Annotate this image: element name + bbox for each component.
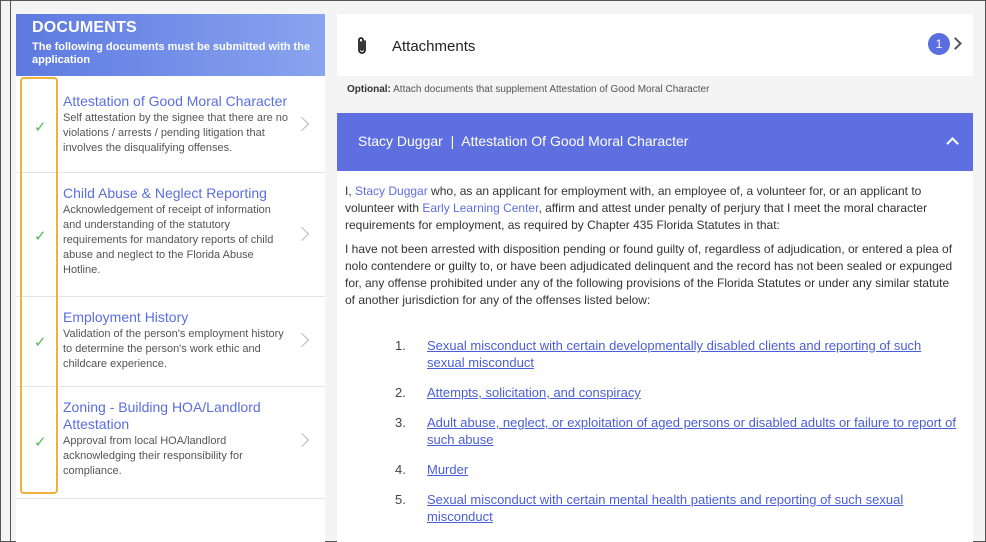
optional-note: Optional: Attach documents that suppleme…: [347, 84, 709, 95]
chevron-right-icon: [294, 226, 310, 242]
documents-heading: DOCUMENTS: [32, 19, 137, 36]
attestation-paragraph-2: I have not been arrested with dispositio…: [345, 242, 953, 307]
chevron-right-icon: [294, 116, 310, 132]
chevron-right-icon[interactable]: [949, 37, 962, 50]
offense-link[interactable]: Sexual misconduct with certain mental he…: [427, 492, 903, 524]
list-item: 1. Sexual misconduct with certain develop…: [395, 338, 922, 370]
attachments-bar[interactable]: Attachments 1: [337, 14, 973, 76]
attestation-text: I, Stacy Duggar who, as an applicant for…: [337, 171, 973, 525]
attestation-paragraph-1: I, Stacy Duggar who, as an applicant for…: [345, 184, 928, 232]
chevron-right-icon: [294, 432, 310, 448]
document-title: Attestation of Good Moral Character: [63, 93, 288, 109]
chevron-up-icon[interactable]: [946, 137, 959, 150]
optional-text: Attach documents that supplement Attesta…: [390, 84, 710, 95]
document-item-child-abuse-reporting[interactable]: ✓ Child Abuse & Neglect Reporting Acknow…: [16, 173, 325, 297]
offense-link[interactable]: Attempts, solicitation, and conspiracy: [427, 385, 641, 400]
attestation-card-title: Stacy Duggar | Attestation Of Good Moral…: [358, 133, 689, 149]
document-item-zoning-attestation[interactable]: ✓ Zoning - Building HOA/Landlord Attesta…: [16, 387, 325, 499]
document-description: Validation of the person's employment hi…: [63, 328, 284, 370]
attachments-title: Attachments: [392, 38, 476, 55]
document-description: Acknowledgement of receipt of informatio…: [63, 204, 274, 276]
document-item-employment-history[interactable]: ✓ Employment History Validation of the p…: [16, 297, 325, 387]
document-description: Approval from local HOA/landlord acknowl…: [63, 435, 243, 477]
list-item: 4. Murder: [395, 462, 469, 477]
list-item: 3. Adult abuse, neglect, or exploitation …: [395, 415, 956, 447]
document-description: Self attestation by the signee that ther…: [63, 112, 289, 154]
offense-list: 1. Sexual misconduct with certain develop…: [345, 337, 959, 525]
document-title: Zoning - Building HOA/Landlord Attestati…: [63, 399, 261, 432]
applicant-name: Stacy Duggar: [355, 184, 428, 198]
check-icon: ✓: [34, 119, 47, 136]
optional-label: Optional:: [347, 84, 391, 95]
check-icon: ✓: [34, 334, 47, 351]
organization-name: Early Learning Center: [422, 201, 539, 215]
list-item: 2. Attempts, solicitation, and conspiracy: [395, 385, 641, 400]
document-item-good-moral-character[interactable]: ✓ Attestation of Good Moral Character Se…: [16, 76, 325, 173]
window-edge: [10, 0, 11, 542]
list-item: 5. Sexual misconduct with certain mental …: [395, 492, 904, 524]
documents-header: DOCUMENTS The following documents must b…: [16, 14, 325, 76]
documents-subheading: The following documents must be submitte…: [32, 41, 311, 66]
attachment-count-badge: 1: [928, 33, 950, 55]
attestation-card: Stacy Duggar | Attestation Of Good Moral…: [337, 113, 973, 542]
attestation-panel: Attachments 1 Optional: Attach documents…: [337, 14, 973, 542]
documents-sidebar: DOCUMENTS The following documents must b…: [16, 14, 325, 542]
document-title: Child Abuse & Neglect Reporting: [63, 185, 267, 201]
document-title: Employment History: [63, 309, 189, 325]
check-icon: ✓: [34, 228, 47, 245]
attestation-card-header[interactable]: Stacy Duggar | Attestation Of Good Moral…: [337, 113, 973, 171]
paperclip-icon: [358, 37, 366, 54]
offense-link[interactable]: Murder: [427, 462, 468, 477]
offense-link[interactable]: Sexual misconduct with certain developme…: [427, 338, 921, 370]
check-icon: ✓: [34, 434, 47, 451]
chevron-right-icon: [294, 332, 310, 348]
offense-link[interactable]: Adult abuse, neglect, or exploitation of…: [427, 415, 956, 447]
